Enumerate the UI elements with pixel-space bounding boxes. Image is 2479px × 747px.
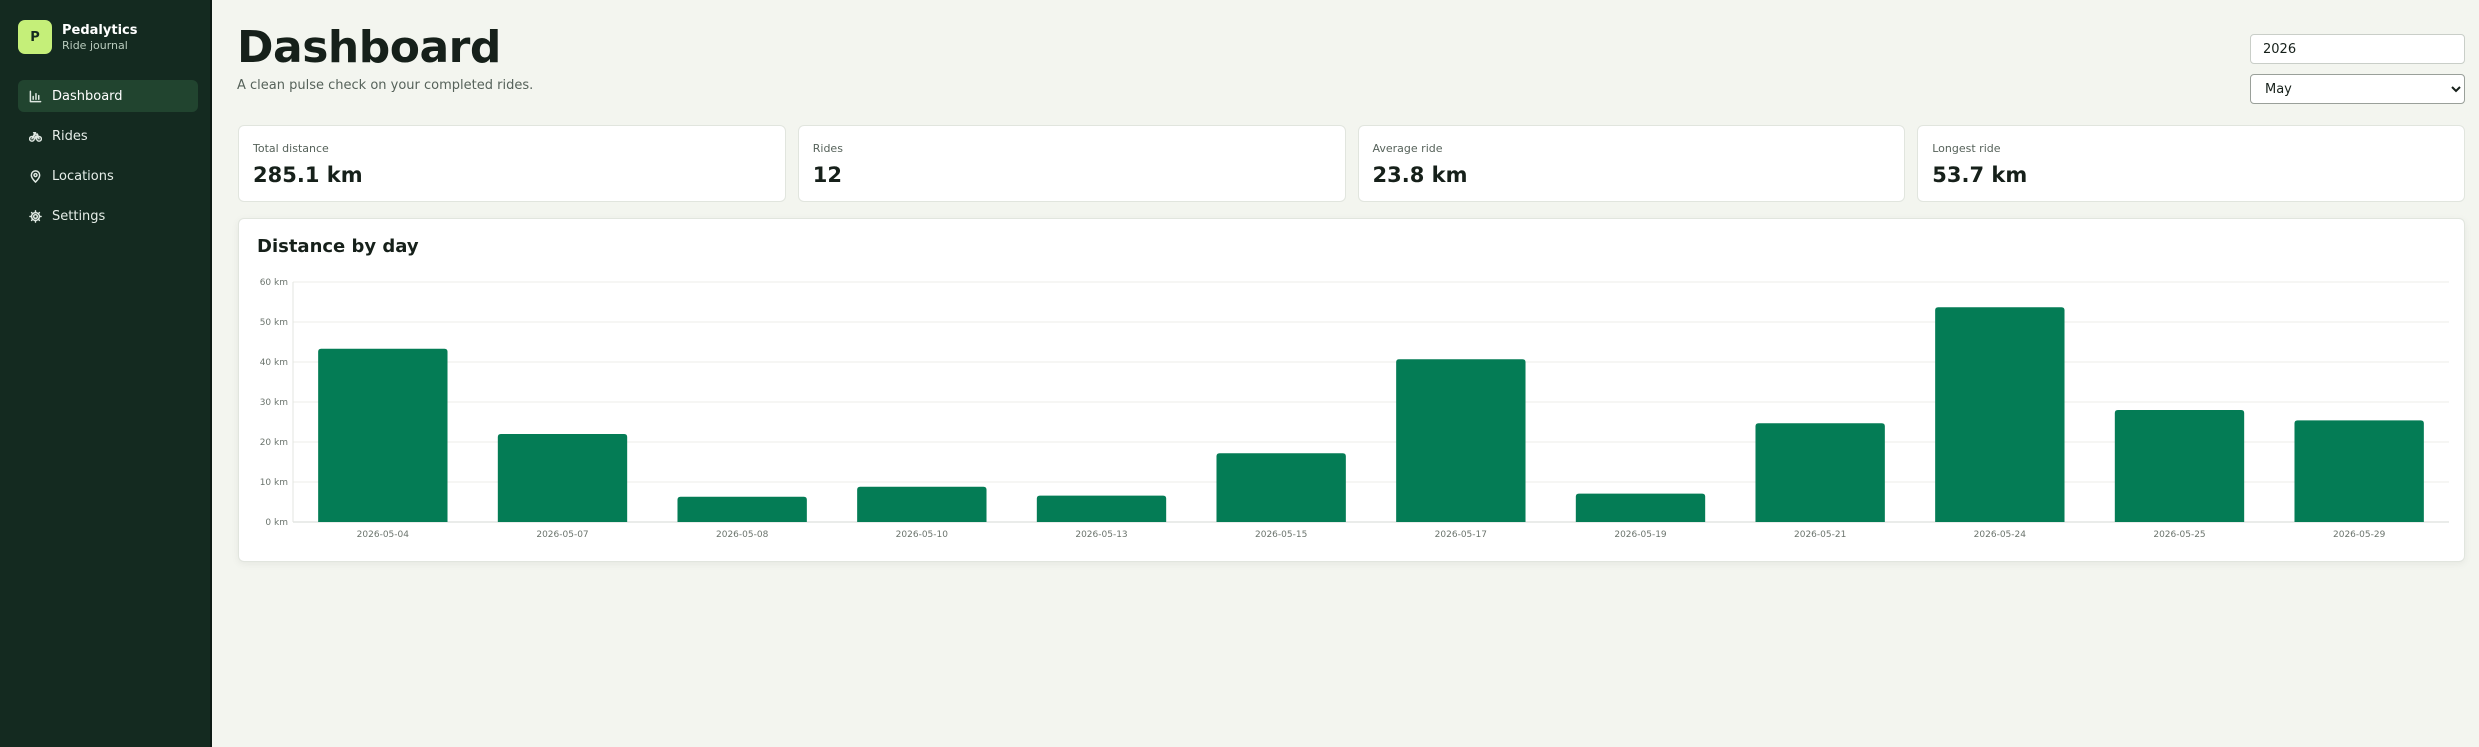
x-tick-label: 2026-05-13	[1075, 530, 1127, 540]
app-tagline: Ride journal	[62, 38, 128, 52]
year-input[interactable]	[2250, 34, 2465, 64]
x-tick-label: 2026-05-24	[1974, 530, 2027, 540]
x-tick-label: 2026-05-21	[1794, 530, 1846, 540]
x-tick-label: 2026-05-19	[1614, 530, 1667, 540]
stat-label: Average ride	[1372, 142, 1443, 155]
bar-2026-05-29	[2294, 420, 2424, 522]
month-select[interactable]: JanuaryFebruaryMarchAprilMayJuneJulyAugu…	[2250, 74, 2465, 104]
stat-value: 53.7 km	[1932, 163, 2028, 187]
stat-label: Rides	[812, 142, 843, 155]
sidebar-item-locations[interactable]: Locations	[18, 160, 198, 192]
sidebar-item-label: Settings	[52, 208, 106, 224]
sidebar-item-label: Dashboard	[52, 88, 123, 104]
bar-chart-icon	[29, 90, 42, 103]
stat-value: 23.8 km	[1372, 163, 1468, 187]
x-tick-label: 2026-05-07	[536, 530, 588, 540]
y-tick-label: 0 km	[265, 518, 288, 528]
x-tick-label: 2026-05-08	[716, 530, 769, 540]
sidebar-nav: Dashboard Rides Locations Settings	[18, 80, 198, 240]
x-tick-label: 2026-05-25	[2153, 530, 2205, 540]
y-tick-label: 50 km	[260, 318, 288, 328]
y-tick-label: 30 km	[260, 398, 288, 408]
bar-2026-05-17	[1396, 359, 1526, 522]
bar-2026-05-13	[1036, 495, 1167, 522]
sidebar-item-label: Rides	[52, 128, 88, 144]
stat-label: Longest ride	[1932, 142, 2001, 155]
stat-card-average-ride: Average ride 23.8 km	[1357, 125, 1906, 202]
x-tick-label: 2026-05-29	[2333, 530, 2386, 540]
sidebar-item-dashboard[interactable]: Dashboard	[18, 80, 198, 112]
x-tick-label: 2026-05-15	[1255, 530, 1307, 540]
stats-row: Total distance 285.1 km Rides 12 Average…	[238, 125, 2465, 202]
bar-2026-05-10	[857, 486, 987, 522]
chart-title: Distance by day	[257, 236, 419, 257]
sidebar: P Pedalytics Ride journal Dashboard Ride…	[0, 0, 212, 747]
chart-card: 0 km 10 km 20 km 30 km 40 km 50 km 60 km 2026-0…	[238, 218, 2465, 562]
y-tick-label: 40 km	[260, 358, 288, 368]
bar-2026-05-07	[497, 434, 628, 522]
bar-2026-05-25	[2114, 410, 2245, 522]
y-tick-label: 10 km	[260, 478, 288, 488]
app-name: Pedalytics	[62, 22, 138, 38]
bicycle-icon	[29, 130, 42, 143]
bar-2026-05-21	[1755, 423, 1885, 522]
stat-card-rides: Rides 12	[797, 125, 1346, 202]
x-tick-label: 2026-05-04	[357, 530, 410, 540]
stat-card-total-distance: Total distance 285.1 km	[238, 125, 786, 202]
y-tick-label: 60 km	[260, 278, 288, 288]
sidebar-item-rides[interactable]: Rides	[18, 120, 198, 152]
stat-card-longest-ride: Longest ride 53.7 km	[1917, 125, 2465, 202]
bar-2026-05-19	[1575, 493, 1706, 522]
brand[interactable]: P Pedalytics Ride journal	[18, 20, 137, 54]
bar-2026-05-24	[1935, 307, 2065, 522]
y-tick-label: 20 km	[260, 438, 288, 448]
x-tick-label: 2026-05-17	[1435, 530, 1487, 540]
stat-value: 285.1 km	[253, 163, 363, 187]
x-tick-label: 2026-05-10	[896, 530, 949, 540]
bar-2026-05-08	[677, 496, 807, 522]
sidebar-item-settings[interactable]: Settings	[18, 200, 198, 232]
sidebar-item-label: Locations	[52, 168, 114, 184]
brand-text: Pedalytics Ride journal	[62, 23, 137, 52]
bar-2026-05-15	[1216, 453, 1346, 522]
page-subtitle: A clean pulse check on your completed ri…	[237, 78, 534, 93]
stat-label: Total distance	[253, 142, 329, 155]
filters: JanuaryFebruaryMarchAprilMayJuneJulyAugu…	[2250, 34, 2465, 104]
brand-logo: P	[18, 20, 52, 54]
map-pin-icon	[29, 169, 42, 183]
page-title: Dashboard	[237, 22, 501, 73]
distance-chart: 0 km 10 km 20 km 30 km 40 km 50 km 60 km 2026-0…	[260, 278, 2449, 540]
stat-value: 12	[812, 163, 842, 187]
bar-2026-05-04	[318, 348, 448, 522]
gear-icon	[29, 209, 42, 223]
